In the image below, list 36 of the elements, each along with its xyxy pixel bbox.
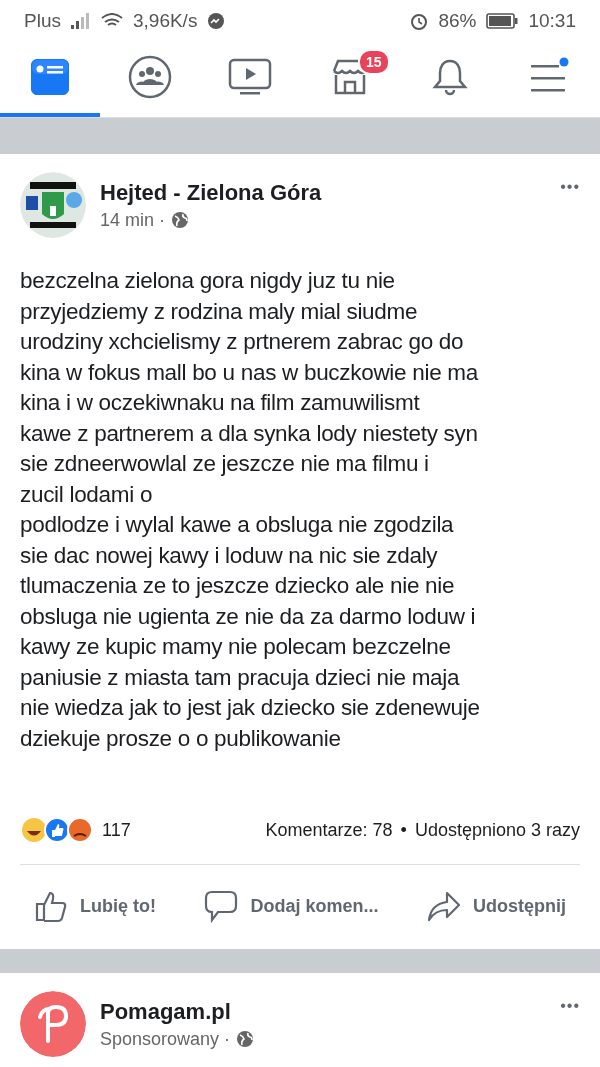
page-name[interactable]: Pomagam.pl [100, 998, 547, 1025]
battery-percent: 86% [438, 9, 477, 32]
notification-badge: 15 [358, 49, 390, 76]
clock: 10:31 [528, 9, 576, 32]
globe-icon [236, 1030, 255, 1048]
post-action[interactable]: Udostępnij [427, 889, 566, 923]
speech-bubble-icon [204, 889, 239, 923]
video-icon [228, 58, 272, 97]
nav-tab[interactable]: 15 [300, 41, 400, 117]
wifi-icon [100, 12, 123, 29]
reaction-count[interactable]: 117 [102, 819, 131, 841]
share-count[interactable]: Udostępniono 3 razy [414, 819, 580, 841]
post-action[interactable]: Dodaj komen... [204, 889, 379, 923]
globe-icon [171, 211, 190, 229]
separator-dot: • [400, 819, 407, 841]
post-text: bezczelna zielona gora nigdy juz tu nie przyjedziemy z rodzina maly mial siudme urodziny xchcielismy z prtnerem zabrac go do kina w fokus mall bo u nas w buczkowie nie ma kina i w oczekiwnaku na film zamuwilismt kawe z partnerem a dla synka lody niestety syn sie zdneerwowlal ze jeszcze nie ma filmu i zucil lodami o podlodze i wylal kawe a obsluga nie zgodzila sie dac nowej kawy i loduw na nic sie zdaly tlumaczenia ze to jeszcze dziecko ale nie nie obsluga nie ugienta ze nie da za darmo loduw i kawy ze kupic mamy nie polecam bezczelne paniusie z miasta tam pracuja dzieci nie maja nie wiedza jak to jest jak dziecko sie zdenewuje dziekuje prosze o o publikowanie [20, 267, 481, 753]
sponsored-label: Sponsorowany · [100, 1028, 231, 1050]
page-name[interactable]: Hejted - Zielona Góra [100, 179, 547, 206]
signal-icon [70, 12, 91, 29]
more-options[interactable]: ••• [560, 997, 580, 1015]
brand-avatar-icon [20, 991, 86, 1057]
post-action[interactable]: Lubię to! [34, 889, 156, 923]
comment-count[interactable]: Komentarze: 78 [265, 819, 393, 841]
more-options[interactable]: ••• [560, 178, 580, 196]
carrier-name: Plus [24, 9, 61, 32]
battery-icon [486, 12, 519, 29]
network-speed: 3,96K/s [132, 9, 198, 32]
bell-icon [432, 57, 468, 98]
post-time: 14 min · [100, 209, 166, 231]
groups-icon [128, 55, 172, 100]
alarm-icon [410, 11, 429, 30]
messenger-icon [207, 11, 226, 30]
page-avatar-icon [20, 172, 86, 238]
news-feed-icon [31, 59, 69, 96]
share-arrow-icon [427, 889, 461, 923]
thumbs-up-icon [34, 889, 68, 923]
